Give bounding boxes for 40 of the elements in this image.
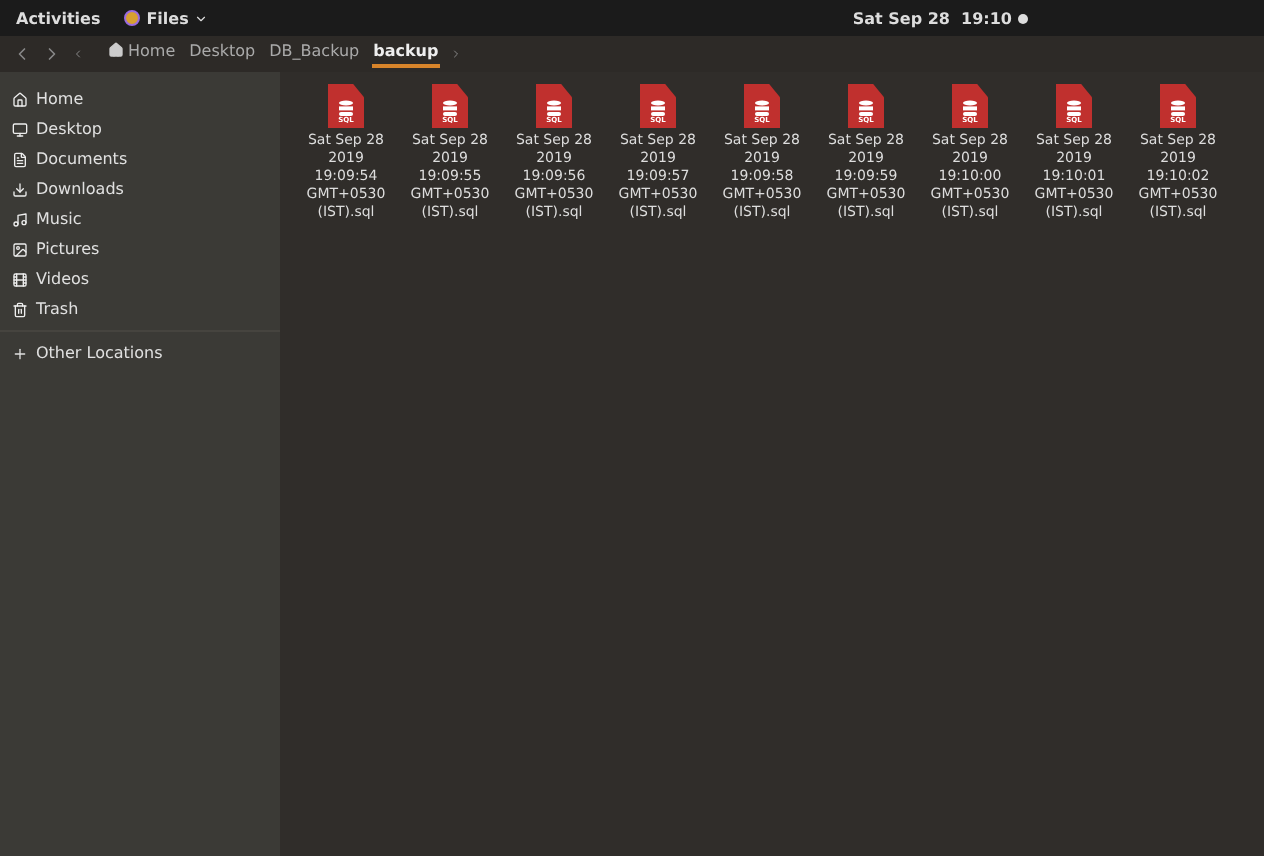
scroll-right-icon[interactable]: [450, 48, 463, 60]
database-icon: [338, 99, 354, 117]
house-icon: [12, 91, 28, 107]
plus-icon: [12, 345, 28, 361]
database-icon: [1066, 99, 1082, 117]
sidebar-item[interactable]: Documents: [0, 144, 280, 174]
database-icon: [754, 99, 770, 117]
home-icon: [108, 42, 124, 58]
download-icon: [12, 181, 28, 197]
database-icon: [858, 99, 874, 117]
database-icon: [962, 99, 978, 117]
monitor-icon: [12, 121, 28, 137]
database-icon: [1170, 99, 1186, 117]
sidebar-item[interactable]: Music: [0, 204, 280, 234]
status-dot-icon: [1018, 13, 1028, 23]
clock[interactable]: Sat Sep 28 19:10: [852, 9, 1012, 27]
image-icon: [12, 241, 28, 257]
sidebar-item[interactable]: Trash: [0, 294, 280, 324]
music-note-icon: [12, 211, 28, 227]
app-icon: [124, 10, 141, 26]
path-crumb[interactable]: Home: [106, 41, 178, 67]
sidebar-item[interactable]: Downloads: [0, 174, 280, 204]
path-crumb[interactable]: backup: [371, 41, 441, 67]
film-icon: [12, 271, 28, 287]
caret-icon: [194, 11, 209, 25]
sidebar-item[interactable]: Desktop: [0, 114, 280, 144]
path-crumb[interactable]: DB_Backup: [267, 41, 362, 67]
activities-button[interactable]: Activities: [16, 9, 101, 27]
path-crumb[interactable]: Desktop: [187, 41, 258, 67]
sidebar-item[interactable]: Videos: [0, 264, 280, 294]
app-menu[interactable]: Files: [146, 9, 189, 27]
database-icon: [442, 99, 458, 117]
sidebar-item[interactable]: Home: [0, 84, 280, 114]
trash-icon: [12, 301, 28, 317]
database-icon: [650, 99, 666, 117]
database-icon: [546, 99, 562, 117]
sidebar-item[interactable]: Pictures: [0, 234, 280, 264]
sidebar-item[interactable]: Other Locations: [0, 338, 280, 368]
scroll-left-icon[interactable]: [72, 48, 84, 60]
document-icon: [12, 151, 28, 167]
